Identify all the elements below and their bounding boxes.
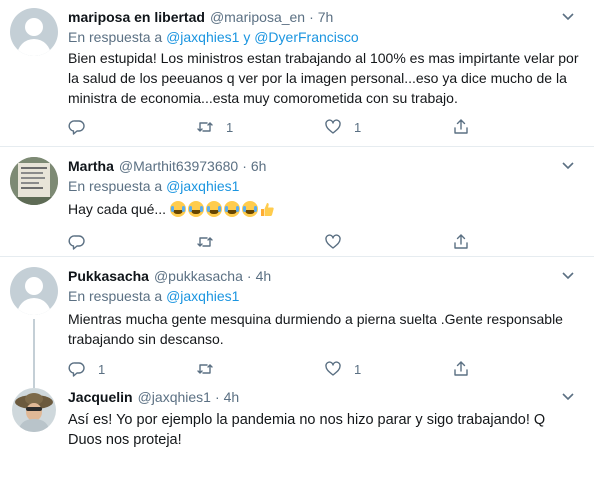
separator: · [246, 268, 252, 284]
chevron-down-icon[interactable] [560, 267, 576, 283]
user-handle[interactable]: @Marthit63973680 [119, 157, 238, 175]
reply-mention[interactable]: @jaxqhies1 [166, 178, 239, 194]
user-handle[interactable]: @jaxqhies1 [138, 388, 211, 406]
reply-icon [68, 120, 85, 135]
thread-connector [33, 319, 35, 388]
reply-mention[interactable]: @jaxqhies1 [166, 29, 239, 45]
reply-mention[interactable]: @jaxqhies1 [166, 288, 239, 304]
tweet-header: Jacquelin @jaxqhies1 · 4h [68, 388, 580, 406]
retweet-icon [197, 364, 213, 374]
reply-context: En respuesta a @jaxqhies1 y @DyerFrancis… [68, 28, 580, 47]
retweet-icon [197, 122, 213, 132]
heart-icon [325, 361, 341, 376]
user-handle[interactable]: @pukkasacha [154, 267, 243, 285]
tears-of-joy-emoji-icon [241, 201, 258, 217]
separator: · [309, 9, 314, 25]
display-name[interactable]: Pukkasacha [68, 267, 149, 285]
avatar-photo [12, 388, 56, 432]
tweet[interactable]: Pukkasacha @pukkasacha · 4h En respuesta… [0, 257, 594, 388]
retweet-icon [197, 237, 213, 247]
tweet[interactable]: mariposa en libertad @mariposa_en · 7h E… [0, 0, 594, 147]
share-button[interactable] [452, 360, 580, 378]
separator: · [214, 389, 220, 405]
share-icon [454, 361, 468, 376]
reply-button[interactable] [68, 118, 196, 136]
heart-icon [325, 119, 341, 134]
tears-of-joy-emoji-icon [187, 201, 204, 217]
display-name[interactable]: Jacquelin [68, 388, 133, 406]
display-name[interactable]: mariposa en libertad [68, 8, 205, 26]
avatar[interactable] [10, 267, 58, 315]
tears-of-joy-emoji-icon [169, 201, 186, 217]
share-icon [454, 234, 468, 249]
avatar-photo [10, 157, 58, 205]
reply-context: En respuesta a @jaxqhies1 [68, 287, 580, 306]
like-count: 1 [354, 119, 362, 135]
timestamp[interactable]: 6h [251, 157, 267, 175]
share-icon [454, 119, 468, 134]
tears-of-joy-emoji-icon [205, 201, 222, 217]
user-handle[interactable]: @mariposa_en [210, 8, 305, 26]
reply-prefix: En respuesta a [68, 288, 163, 304]
reply-context: En respuesta a @jaxqhies1 [68, 177, 580, 196]
tweet-text-content: Hay cada qué... [68, 201, 167, 217]
reply-icon [68, 235, 85, 250]
like-button[interactable]: 1 [324, 360, 452, 378]
chevron-down-icon[interactable] [560, 388, 576, 404]
retweet-count: 1 [226, 119, 234, 135]
reply-icon [68, 362, 85, 377]
reply-prefix: En respuesta a [68, 178, 163, 194]
like-count: 1 [354, 361, 362, 377]
thumbs-up-emoji-icon [260, 203, 274, 216]
avatar[interactable] [10, 157, 58, 205]
reply-prefix: En respuesta a [68, 29, 163, 45]
display-name[interactable]: Martha [68, 157, 114, 175]
tweet-header: Martha @Marthit63973680 · 6h [68, 157, 580, 175]
retweet-button[interactable] [196, 360, 324, 378]
retweet-button[interactable] [196, 233, 324, 251]
reply-joiner: y [243, 29, 251, 45]
reply-mention[interactable]: @DyerFrancisco [254, 29, 358, 45]
tweet-text: Hay cada qué... [68, 199, 580, 219]
tweet-actions: 1 1 [68, 354, 580, 384]
like-button[interactable] [324, 233, 452, 251]
tweet-text: Así es! Yo por ejemplo la pandemia no no… [68, 412, 546, 448]
avatar[interactable] [10, 8, 58, 56]
tears-of-joy-emoji-icon [223, 201, 240, 217]
reply-count: 1 [98, 361, 106, 377]
tweet-timeline: mariposa en libertad @mariposa_en · 7h E… [0, 0, 594, 486]
share-button[interactable] [452, 118, 580, 136]
timestamp[interactable]: 7h [318, 8, 334, 26]
chevron-down-icon[interactable] [560, 157, 576, 173]
reply-button[interactable] [68, 233, 196, 251]
tweet-header: mariposa en libertad @mariposa_en · 7h [68, 8, 580, 26]
tweet-actions [68, 227, 580, 257]
avatar[interactable] [12, 388, 56, 432]
like-button[interactable]: 1 [324, 118, 452, 136]
tweet-text: Mientras mucha gente mesquina durmiendo … [68, 311, 563, 347]
chevron-down-icon[interactable] [560, 8, 576, 24]
reply-button[interactable]: 1 [68, 360, 196, 378]
tweet-header: Pukkasacha @pukkasacha · 4h [68, 267, 580, 285]
separator: · [242, 158, 247, 174]
heart-icon [325, 234, 341, 249]
timestamp[interactable]: 4h [224, 388, 240, 406]
tweet-actions: 1 1 [68, 112, 580, 142]
tweet-text: Bien estupida! Los ministros estan traba… [68, 50, 579, 106]
retweet-button[interactable]: 1 [196, 118, 324, 136]
timestamp[interactable]: 4h [256, 267, 272, 285]
tweet[interactable]: Martha @Marthit63973680 · 6h En respuest… [0, 147, 594, 257]
tweet[interactable]: Jacquelin @jaxqhies1 · 4h Así es! Yo por… [0, 384, 594, 486]
share-button[interactable] [452, 233, 580, 251]
